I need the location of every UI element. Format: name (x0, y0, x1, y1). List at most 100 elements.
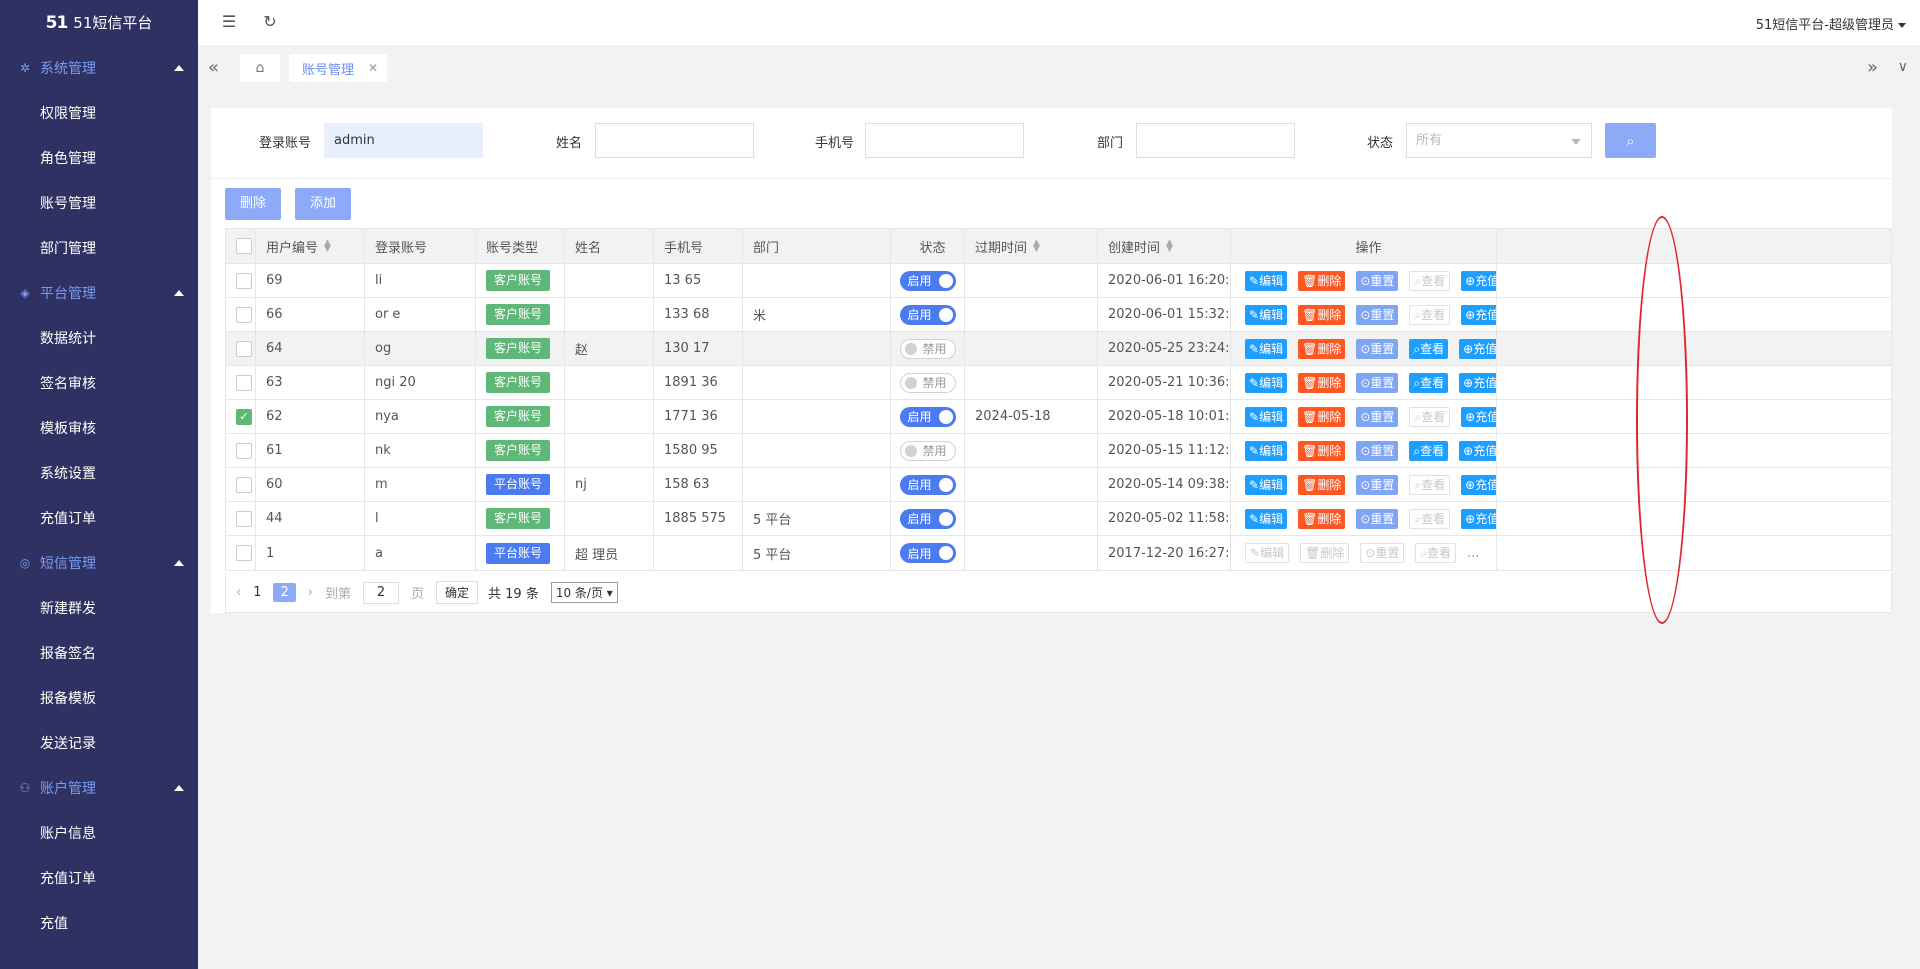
view-button[interactable]: ⌕查看 (1409, 270, 1451, 291)
page-1[interactable]: 1 (253, 585, 261, 600)
sidebar-item[interactable]: 模板审核 (0, 405, 198, 450)
row-checkbox[interactable] (236, 374, 252, 391)
recharge-button[interactable]: ⊕充值 (1459, 338, 1496, 359)
sort-icon[interactable]: ▲ ▼ (1166, 239, 1173, 254)
column-header[interactable]: 过期时间 ▲ ▼ (965, 229, 1098, 263)
status-toggle[interactable]: 启用 (899, 543, 956, 563)
sidebar-item[interactable]: 新建群发 (0, 585, 198, 630)
view-button[interactable]: ⌕查看 (1409, 338, 1449, 359)
view-button[interactable]: ⌕查看 (1415, 543, 1457, 563)
edit-button[interactable]: ✎编辑 (1245, 372, 1288, 393)
sidebar-item[interactable]: 报备签名 (0, 630, 198, 675)
prev-page-icon[interactable]: ‹ (236, 585, 241, 600)
status-toggle[interactable]: 禁用 (899, 440, 956, 461)
phone-filter-input[interactable] (865, 123, 1024, 158)
view-button[interactable]: ⌕查看 (1409, 304, 1451, 325)
row-checkbox[interactable] (236, 476, 252, 493)
edit-button[interactable]: ✎编辑 (1245, 406, 1288, 427)
status-toggle[interactable]: 启用 (899, 474, 956, 495)
more-ops[interactable]: ... (1467, 546, 1479, 561)
row-checkbox[interactable]: ✓ (236, 408, 252, 425)
row-checkbox[interactable] (236, 442, 252, 459)
delete-row-button[interactable]: 🗑删除 (1298, 440, 1346, 461)
sidebar-group-1[interactable]: ◈ 平台管理 (0, 270, 198, 315)
column-header[interactable]: 创建时间 ▲ ▼ (1098, 229, 1231, 263)
menu-collapse-icon[interactable]: ☰ (220, 13, 238, 31)
row-checkbox[interactable] (236, 272, 252, 289)
reset-button[interactable]: ⊙重置 (1356, 338, 1399, 359)
recharge-button[interactable]: ⊕充值 (1461, 474, 1496, 495)
sidebar-group-2[interactable]: ◎ 短信管理 (0, 540, 198, 585)
close-icon[interactable]: ✕ (368, 61, 378, 75)
dept-filter-input[interactable] (1136, 123, 1295, 158)
page-2[interactable]: 2 (273, 583, 296, 602)
sidebar-item[interactable]: 系统设置 (0, 450, 198, 495)
delete-row-button[interactable]: 🗑删除 (1298, 338, 1346, 359)
account-filter-input[interactable]: admin (324, 123, 483, 158)
sidebar-item[interactable]: 充值订单 (0, 495, 198, 540)
sidebar-item[interactable]: 报备模板 (0, 675, 198, 720)
recharge-button[interactable]: ⊕充值 (1461, 508, 1496, 529)
sidebar-item[interactable]: 数据统计 (0, 315, 198, 360)
sort-icon[interactable]: ▲ ▼ (324, 239, 331, 254)
reset-button[interactable]: ⊙重置 (1356, 304, 1399, 325)
delete-row-button[interactable]: 🗑删除 (1300, 543, 1350, 563)
sidebar-group-0[interactable]: ✲ 系统管理 (0, 45, 198, 90)
row-checkbox[interactable] (236, 340, 252, 357)
edit-button[interactable]: ✎编辑 (1245, 474, 1288, 495)
view-button[interactable]: ⌕查看 (1409, 508, 1451, 529)
page-size-select[interactable]: 10 条/页 ▾ (550, 582, 618, 603)
tab-dropdown-icon[interactable]: ∨ (1898, 59, 1908, 75)
user-menu[interactable]: 51短信平台-超级管理员 (1756, 14, 1906, 33)
view-button[interactable]: ⌕查看 (1409, 372, 1449, 393)
select-all-checkbox[interactable] (236, 238, 252, 254)
delete-row-button[interactable]: 🗑删除 (1298, 270, 1346, 291)
tab-scroll-left-icon[interactable]: « (208, 57, 219, 78)
recharge-button[interactable]: ⊕充值 (1461, 304, 1496, 325)
edit-button[interactable]: ✎编辑 (1245, 304, 1288, 325)
delete-row-button[interactable]: 🗑删除 (1298, 474, 1346, 495)
sidebar-item[interactable]: 账号管理 (0, 180, 198, 225)
sort-icon[interactable]: ▲ ▼ (1033, 239, 1040, 254)
column-header[interactable]: 用户编号 ▲ ▼ (256, 229, 365, 263)
sidebar-item[interactable]: 账户信息 (0, 810, 198, 855)
edit-button[interactable]: ✎编辑 (1245, 543, 1290, 563)
edit-button[interactable]: ✎编辑 (1245, 338, 1288, 359)
delete-row-button[interactable]: 🗑删除 (1298, 508, 1346, 529)
reset-button[interactable]: ⊙重置 (1356, 440, 1399, 461)
goto-page-input[interactable]: 2 (362, 581, 399, 604)
reset-button[interactable]: ⊙重置 (1356, 270, 1399, 291)
sidebar-item[interactable]: 权限管理 (0, 90, 198, 135)
next-page-icon[interactable]: › (308, 585, 313, 600)
name-filter-input[interactable] (595, 123, 754, 158)
delete-row-button[interactable]: 🗑删除 (1298, 304, 1346, 325)
row-checkbox[interactable] (236, 545, 252, 561)
view-button[interactable]: ⌕查看 (1409, 406, 1451, 427)
edit-button[interactable]: ✎编辑 (1245, 508, 1288, 529)
reset-button[interactable]: ⊙重置 (1356, 474, 1399, 495)
delete-button[interactable]: 删除 (225, 188, 282, 220)
view-button[interactable]: ⌕查看 (1409, 440, 1449, 461)
view-button[interactable]: ⌕查看 (1409, 474, 1451, 495)
status-toggle[interactable]: 启用 (899, 304, 956, 325)
edit-button[interactable]: ✎编辑 (1245, 270, 1288, 291)
tab-scroll-right-icon[interactable]: » (1867, 57, 1878, 78)
status-toggle[interactable]: 禁用 (899, 338, 956, 359)
add-button[interactable]: 添加 (295, 188, 352, 220)
reset-button[interactable]: ⊙重置 (1356, 372, 1399, 393)
reset-button[interactable]: ⊙重置 (1356, 508, 1399, 529)
status-toggle[interactable]: 启用 (899, 270, 956, 291)
sidebar-item[interactable]: 部门管理 (0, 225, 198, 270)
tab-account-management[interactable]: 账号管理 ✕ (289, 54, 387, 82)
sidebar-item[interactable]: 充值 (0, 900, 198, 945)
status-toggle[interactable]: 启用 (899, 508, 956, 529)
sidebar-item[interactable]: 角色管理 (0, 135, 198, 180)
edit-button[interactable]: ✎编辑 (1245, 440, 1288, 461)
sidebar-item[interactable]: 签名审核 (0, 360, 198, 405)
recharge-button[interactable]: ⊕充值 (1461, 406, 1496, 427)
delete-row-button[interactable]: 🗑删除 (1298, 372, 1346, 393)
goto-confirm-button[interactable]: 确定 (436, 581, 479, 604)
reset-button[interactable]: ⊙重置 (1356, 406, 1399, 427)
status-filter-select[interactable]: 所有 (1406, 123, 1592, 158)
recharge-button[interactable]: ⊕充值 (1459, 372, 1496, 393)
